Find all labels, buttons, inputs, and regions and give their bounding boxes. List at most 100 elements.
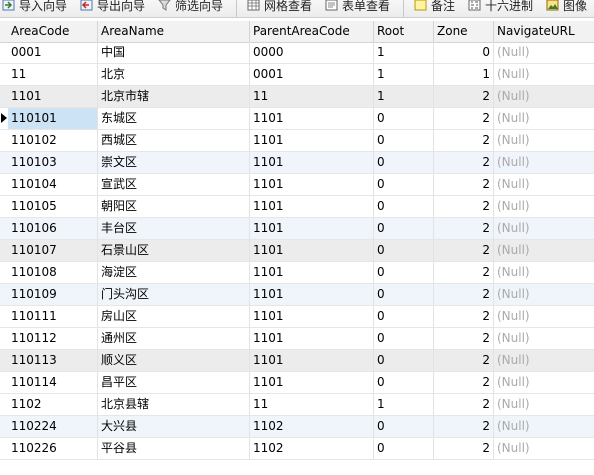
cell-parentareacode[interactable]: 1102 <box>250 416 374 437</box>
cell-navigateurl[interactable]: (Null) <box>494 218 594 239</box>
cell-zone[interactable]: 2 <box>434 306 494 327</box>
cell-zone[interactable]: 2 <box>434 152 494 173</box>
cell-areacode[interactable]: 110109 <box>8 284 98 305</box>
table-row[interactable]: 110224 大兴县 1102 0 2 (Null) <box>0 416 594 438</box>
cell-areacode[interactable]: 110101 <box>8 108 98 129</box>
cell-root[interactable]: 0 <box>374 196 434 217</box>
cell-parentareacode[interactable]: 1101 <box>250 108 374 129</box>
cell-parentareacode[interactable]: 1101 <box>250 174 374 195</box>
table-row[interactable]: 110113 顺义区 1101 0 2 (Null) <box>0 350 594 372</box>
cell-areaname[interactable]: 东城区 <box>98 108 250 129</box>
cell-root[interactable]: 0 <box>374 416 434 437</box>
cell-zone[interactable]: 2 <box>434 350 494 371</box>
cell-zone[interactable]: 2 <box>434 262 494 283</box>
cell-navigateurl[interactable]: (Null) <box>494 394 594 415</box>
cell-parentareacode[interactable]: 1102 <box>250 438 374 459</box>
cell-navigateurl[interactable]: (Null) <box>494 64 594 85</box>
cell-zone[interactable]: 2 <box>434 416 494 437</box>
cell-parentareacode[interactable]: 1101 <box>250 240 374 261</box>
cell-areaname[interactable]: 丰台区 <box>98 218 250 239</box>
table-row[interactable]: 110108 海淀区 1101 0 2 (Null) <box>0 262 594 284</box>
cell-navigateurl[interactable]: (Null) <box>494 174 594 195</box>
table-row[interactable]: 110102 西城区 1101 0 2 (Null) <box>0 130 594 152</box>
cell-parentareacode[interactable]: 11 <box>250 86 374 107</box>
cell-areaname[interactable]: 顺义区 <box>98 350 250 371</box>
cell-areacode[interactable]: 110107 <box>8 240 98 261</box>
cell-navigateurl[interactable]: (Null) <box>494 284 594 305</box>
cell-navigateurl[interactable]: (Null) <box>494 372 594 393</box>
cell-areaname[interactable]: 朝阳区 <box>98 196 250 217</box>
table-row[interactable]: 110112 通州区 1101 0 2 (Null) <box>0 328 594 350</box>
cell-root[interactable]: 0 <box>374 438 434 459</box>
table-row[interactable]: 110109 门头沟区 1101 0 2 (Null) <box>0 284 594 306</box>
cell-areacode[interactable]: 110224 <box>8 416 98 437</box>
cell-areacode[interactable]: 110105 <box>8 196 98 217</box>
cell-areacode[interactable]: 0001 <box>8 42 98 63</box>
cell-parentareacode[interactable]: 1101 <box>250 218 374 239</box>
cell-areaname[interactable]: 大兴县 <box>98 416 250 437</box>
cell-root[interactable]: 0 <box>374 218 434 239</box>
table-row[interactable]: 110105 朝阳区 1101 0 2 (Null) <box>0 196 594 218</box>
table-row[interactable]: 110226 平谷县 1102 0 2 (Null) <box>0 438 594 460</box>
form-view-button[interactable]: 表单查看 <box>325 0 390 15</box>
cell-root[interactable]: 0 <box>374 108 434 129</box>
cell-parentareacode[interactable]: 1101 <box>250 372 374 393</box>
image-button[interactable]: 图像 <box>546 0 587 15</box>
cell-zone[interactable]: 2 <box>434 174 494 195</box>
cell-navigateurl[interactable]: (Null) <box>494 86 594 107</box>
table-row[interactable]: 110101 东城区 1101 0 2 (Null) <box>0 108 594 130</box>
cell-parentareacode[interactable]: 0001 <box>250 64 374 85</box>
cell-areacode[interactable]: 1102 <box>8 394 98 415</box>
cell-areaname[interactable]: 石景山区 <box>98 240 250 261</box>
cell-areaname[interactable]: 房山区 <box>98 306 250 327</box>
cell-areaname[interactable]: 昌平区 <box>98 372 250 393</box>
cell-parentareacode[interactable]: 1101 <box>250 196 374 217</box>
cell-navigateurl[interactable]: (Null) <box>494 108 594 129</box>
cell-parentareacode[interactable]: 0000 <box>250 42 374 63</box>
cell-root[interactable]: 0 <box>374 306 434 327</box>
cell-areacode[interactable]: 110112 <box>8 328 98 349</box>
cell-zone[interactable]: 2 <box>434 86 494 107</box>
cell-areaname[interactable]: 平谷县 <box>98 438 250 459</box>
cell-areacode[interactable]: 110114 <box>8 372 98 393</box>
cell-areaname[interactable]: 北京县辖 <box>98 394 250 415</box>
cell-areacode[interactable]: 110113 <box>8 350 98 371</box>
memo-button[interactable]: 备注 <box>414 0 455 15</box>
cell-areaname[interactable]: 西城区 <box>98 130 250 151</box>
cell-navigateurl[interactable]: (Null) <box>494 306 594 327</box>
cell-root[interactable]: 0 <box>374 350 434 371</box>
cell-zone[interactable]: 2 <box>434 240 494 261</box>
column-header-parentareacode[interactable]: ParentAreaCode <box>250 21 374 42</box>
column-header-navigateurl[interactable]: NavigateURL <box>494 21 594 42</box>
cell-areacode[interactable]: 110106 <box>8 218 98 239</box>
cell-areacode[interactable]: 110104 <box>8 174 98 195</box>
cell-root[interactable]: 1 <box>374 394 434 415</box>
cell-zone[interactable]: 1 <box>434 64 494 85</box>
cell-parentareacode[interactable]: 1101 <box>250 284 374 305</box>
cell-parentareacode[interactable]: 1101 <box>250 262 374 283</box>
table-row[interactable]: 110103 崇文区 1101 0 2 (Null) <box>0 152 594 174</box>
cell-navigateurl[interactable]: (Null) <box>494 42 594 63</box>
filter-wizard-button[interactable]: 筛选向导 <box>158 0 223 15</box>
cell-root[interactable]: 0 <box>374 262 434 283</box>
cell-areaname[interactable]: 中国 <box>98 42 250 63</box>
column-header-areaname[interactable]: AreaName <box>98 21 250 42</box>
cell-zone[interactable]: 2 <box>434 394 494 415</box>
table-row[interactable]: 110106 丰台区 1101 0 2 (Null) <box>0 218 594 240</box>
cell-areacode[interactable]: 110226 <box>8 438 98 459</box>
export-wizard-button[interactable]: 导出向导 <box>80 0 145 15</box>
cell-navigateurl[interactable]: (Null) <box>494 416 594 437</box>
cell-navigateurl[interactable]: (Null) <box>494 262 594 283</box>
cell-navigateurl[interactable]: (Null) <box>494 328 594 349</box>
cell-parentareacode[interactable]: 1101 <box>250 130 374 151</box>
cell-navigateurl[interactable]: (Null) <box>494 350 594 371</box>
cell-zone[interactable]: 2 <box>434 130 494 151</box>
cell-navigateurl[interactable]: (Null) <box>494 196 594 217</box>
cell-areaname[interactable]: 海淀区 <box>98 262 250 283</box>
table-row[interactable]: 110107 石景山区 1101 0 2 (Null) <box>0 240 594 262</box>
cell-root[interactable]: 1 <box>374 64 434 85</box>
cell-root[interactable]: 0 <box>374 240 434 261</box>
cell-areaname[interactable]: 门头沟区 <box>98 284 250 305</box>
column-header-zone[interactable]: Zone <box>434 21 494 42</box>
cell-root[interactable]: 1 <box>374 86 434 107</box>
